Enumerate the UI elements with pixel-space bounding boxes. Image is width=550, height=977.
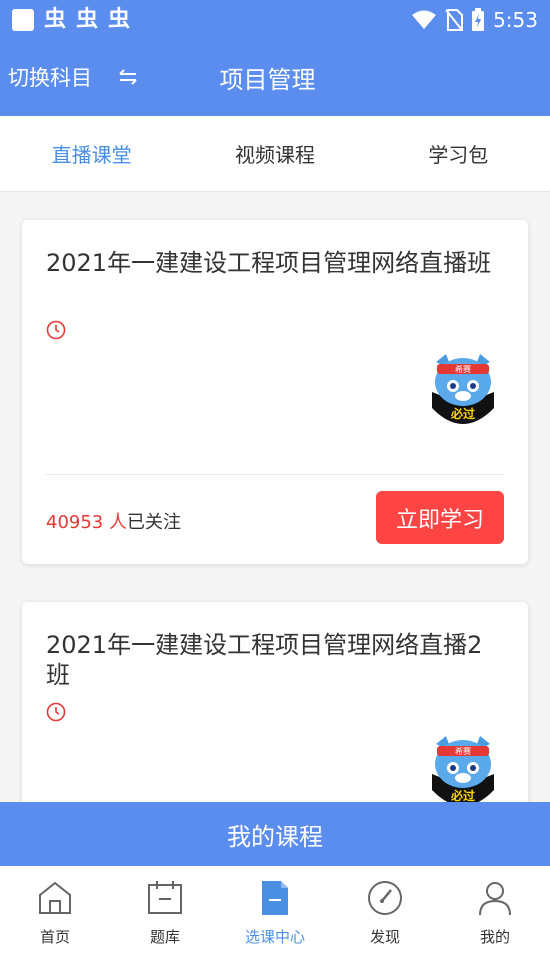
study-now-button[interactable]: 立即学习 [376,491,504,544]
home-icon [39,881,71,914]
nav-item-discover[interactable]: 发现 [330,866,440,977]
compass-icon [368,881,402,915]
tab-study-package[interactable]: 学习包 [367,116,550,191]
nav-label: 题库 [149,928,180,946]
clock-icon [46,702,66,722]
mascot-slogan-text: 必过 [450,788,475,802]
user-icon [479,882,511,916]
nav-item-home[interactable]: 首页 [0,866,110,977]
course-list: 2021年一建建设工程项目管理网络直播班 希赛 必过 40953 人已关注 立即… [0,192,550,802]
status-notifications: 虫 虫 虫 [12,9,130,31]
app-header: 切换科目 项目管理 [0,40,550,116]
followers-suffix: 已关注 [127,512,181,533]
tab-video-course[interactable]: 视频课程 [183,116,366,191]
nav-label: 我的 [479,928,510,946]
course-card[interactable]: 2021年一建建设工程项目管理网络直播2班 希赛 必过 [22,602,528,802]
tab-live-class[interactable]: 直播课堂 [0,116,183,191]
page-title: 项目管理 [219,66,316,94]
no-sim-icon [445,9,464,31]
mascot-badge-text: 希赛 [455,364,471,374]
course-tabs: 直播课堂 视频课程 学习包 [0,116,550,192]
notification-square-icon [12,9,34,31]
status-bar: 虫 虫 虫 5:53 [0,0,550,40]
followers-unit: 人 [109,512,127,533]
notification-app-icon: 虫 [108,7,131,32]
nav-item-mine[interactable]: 我的 [440,866,550,977]
course-card[interactable]: 2021年一建建设工程项目管理网络直播班 希赛 必过 40953 人已关注 立即… [22,220,528,564]
my-courses-button[interactable]: 我的课程 [0,802,550,866]
clock-icon [46,320,66,340]
mascot-logo-icon: 希赛 必过 [425,733,501,802]
card-divider [46,474,504,475]
nav-label: 发现 [369,928,400,946]
wifi-icon [412,10,437,29]
mascot-logo-icon: 希赛 必过 [425,351,501,427]
notification-app-icon: 虫 [44,7,67,32]
document-icon [262,881,288,915]
nav-label: 首页 [39,928,70,946]
battery-charging-icon [472,8,485,31]
mascot-badge-text: 希赛 [455,746,471,756]
followers-number: 40953 [46,512,104,533]
course-title: 2021年一建建设工程项目管理网络直播2班 [46,631,483,689]
calendar-icon [148,881,182,914]
followers-count: 40953 人已关注 [46,508,181,534]
status-time: 5:53 [493,8,538,32]
nav-label: 选课中心 [244,928,305,946]
nav-item-question-bank[interactable]: 题库 [110,866,220,977]
notification-app-icon: 虫 [76,7,99,32]
mascot-slogan-text: 必过 [450,406,475,421]
nav-item-course-center[interactable]: 选课中心 [220,866,330,977]
bottom-nav: 首页 题库 选课中心 发现 我的 [0,866,550,977]
course-title: 2021年一建建设工程项目管理网络直播班 [46,249,492,277]
